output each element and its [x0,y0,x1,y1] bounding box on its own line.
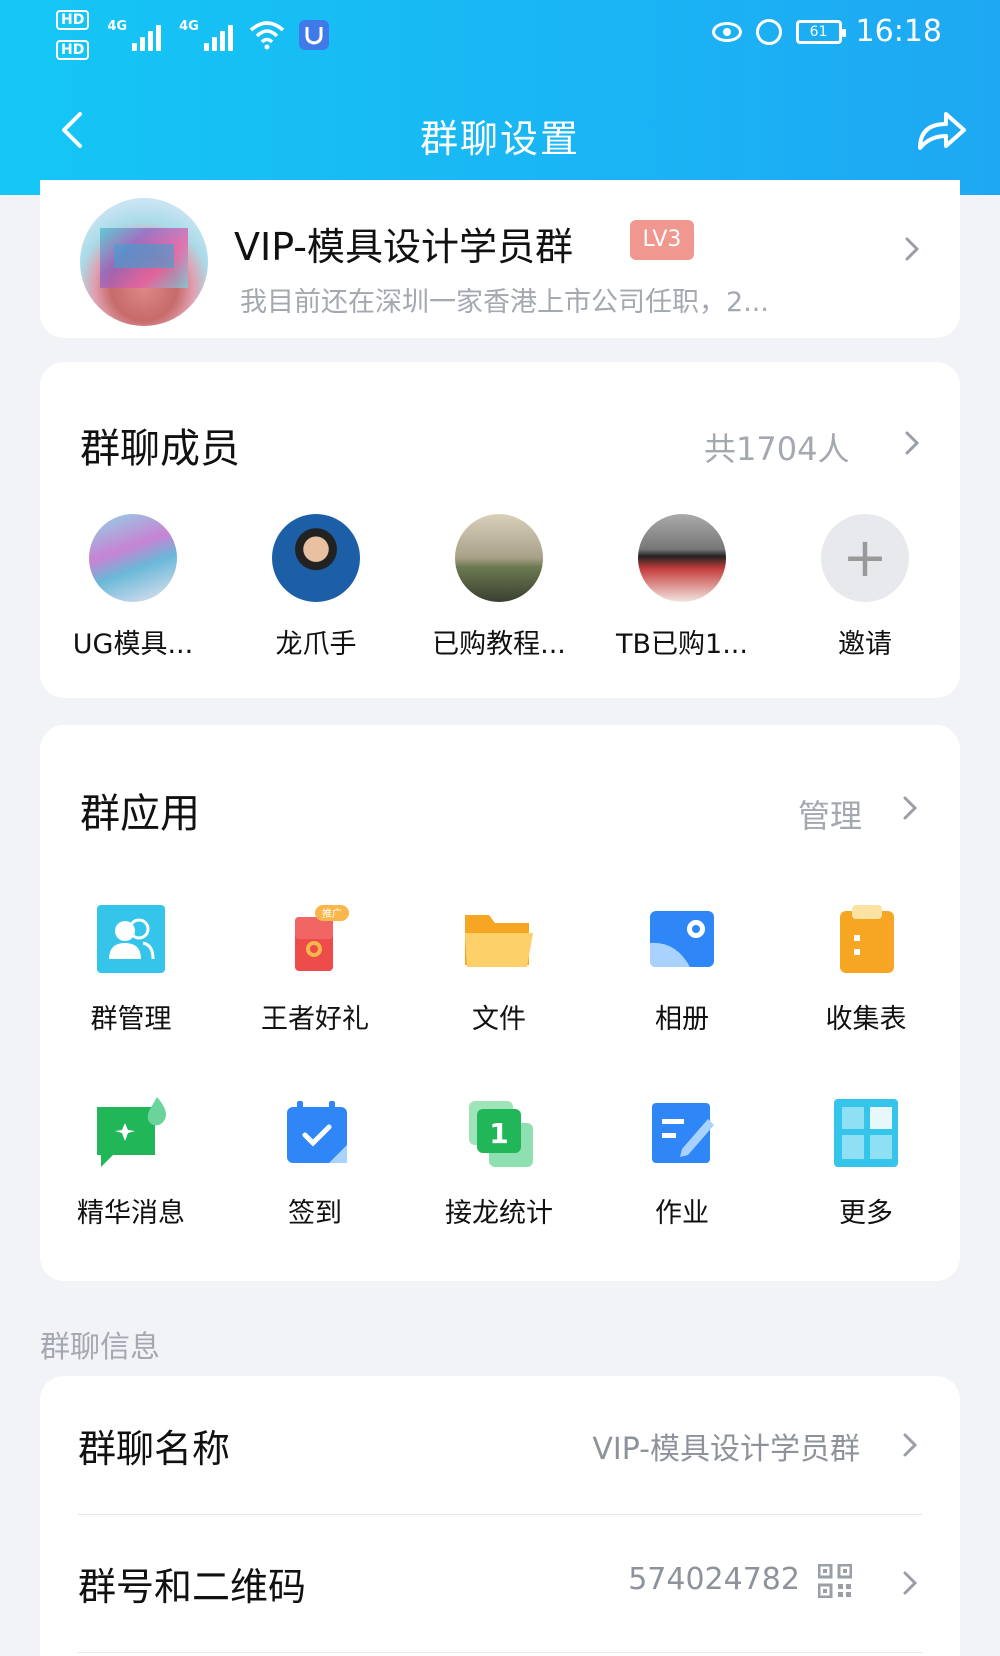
member-name: 已购教程... [432,629,566,660]
battery-icon: 61 [795,19,846,44]
svg-text:1: 1 [489,1117,508,1150]
net-type-1: 4G [107,19,128,34]
gift-icon: 推广 [279,903,351,975]
app-label: 相册 [655,1004,709,1035]
essence-message-icon [95,1097,167,1169]
group-manage-icon [95,903,167,975]
app-label: 收集表 [825,1004,907,1035]
row-value: VIP-模具设计学员群 [592,1432,860,1467]
chevron-right-icon [903,1433,918,1457]
member-name: TB已购1... [616,629,748,660]
folder-icon [463,903,535,975]
app-gift[interactable]: 推广 王者好礼 [240,903,390,1036]
invite-button[interactable]: + 邀请 [785,514,945,661]
member-name: UG模具... [72,629,194,660]
app-essence-message[interactable]: 精华消息 [56,1097,206,1230]
status-left: HD HD 4G 4G [56,10,329,60]
app-group-manage[interactable]: 群管理 [56,903,206,1036]
wifi-icon [249,21,284,50]
group-info-card: 群聊名称 VIP-模具设计学员群 群号和二维码 574024782 [40,1376,960,1656]
invite-label: 邀请 [838,629,892,660]
app-label: 更多 [839,1198,893,1229]
level-badge: LV3 [630,220,694,260]
eye-icon [711,21,742,42]
group-name-row[interactable]: 群聊名称 VIP-模具设计学员群 [40,1376,960,1515]
group-profile-card[interactable]: VIP-模具设计学员群 LV3 我目前还在深圳一家香港上市公司任职，2... [40,180,960,338]
promo-tag: 推广 [322,907,342,920]
clipboard-icon [830,903,902,975]
battery-level: 61 [809,23,828,40]
row-label: 群聊名称 [78,1427,231,1471]
group-avatar[interactable] [80,198,208,326]
qr-code-icon[interactable] [818,1564,852,1598]
group-description: 我目前还在深圳一家香港上市公司任职，2... [240,287,769,318]
app-album[interactable]: 相册 [607,903,757,1036]
signal-2-icon: 4G [179,19,233,51]
album-icon [646,903,718,975]
header: HD HD 4G 4G 61 16:18 群聊设置 [0,0,1000,195]
app-label: 精华消息 [77,1198,185,1229]
clock: 16:18 [855,14,942,49]
relay-stats-icon: 1 [463,1097,535,1169]
add-member-icon: + [821,514,909,602]
row-value: 574024782 [628,1562,800,1597]
app-label: 作业 [655,1198,709,1229]
avatar [272,514,360,602]
share-icon[interactable] [914,104,970,154]
app-relay-stats[interactable]: 1 接龙统计 [424,1097,574,1230]
homework-icon [646,1097,718,1169]
chevron-right-icon[interactable] [904,430,920,456]
members-card: 群聊成员 共1704人 UG模具... 龙爪手 已购教程... TB已购1...… [40,362,960,698]
member-count[interactable]: 共1704人 [704,424,849,470]
group-number-row[interactable]: 群号和二维码 574024782 [40,1514,960,1653]
app-label: 文件 [472,1004,526,1035]
group-apps-card: 群应用 管理 群管理 推广 王者好礼 文件 相册 收集表 精华消息 签到 1 接… [40,725,960,1281]
manage-link[interactable]: 管理 [798,791,862,837]
members-title: 群聊成员 [80,426,240,472]
chevron-right-icon [903,1571,918,1595]
more-grid-icon [830,1097,902,1169]
nav-bar: 群聊设置 [0,90,1000,180]
member-item[interactable]: TB已购1... [602,514,762,661]
member-item[interactable]: 龙爪手 [236,514,396,661]
section-label: 群聊信息 [40,1330,160,1365]
shield-app-icon [298,20,329,50]
app-collect-form[interactable]: 收集表 [791,903,941,1036]
chevron-right-icon [905,237,920,261]
app-homework[interactable]: 作业 [607,1097,757,1230]
page-title: 群聊设置 [419,117,580,161]
apps-title: 群应用 [80,791,200,837]
member-item[interactable]: 已购教程... [419,514,579,661]
chevron-right-icon[interactable] [902,795,918,821]
app-label: 签到 [288,1198,342,1229]
app-label: 接龙统计 [445,1198,553,1229]
member-item[interactable]: UG模具... [53,514,213,661]
app-label: 群管理 [90,1004,172,1035]
hd-badge-1: HD [56,10,90,30]
app-more[interactable]: 更多 [791,1097,941,1230]
status-bar: HD HD 4G 4G 61 16:18 [0,0,1000,70]
group-name: VIP-模具设计学员群 [234,225,573,269]
signal-1-icon: 4G [107,19,162,51]
avatar [638,514,726,602]
avatar [455,514,543,602]
net-type-2: 4G [179,19,199,34]
alarm-icon [755,18,782,45]
check-in-icon [279,1097,351,1169]
divider [78,1652,922,1653]
avatar [89,514,177,602]
member-name: 龙爪手 [275,629,357,660]
app-label: 王者好礼 [261,1004,369,1035]
row-label: 群号和二维码 [78,1565,307,1609]
status-right: 61 16:18 [711,14,942,49]
app-check-in[interactable]: 签到 [240,1097,390,1230]
hd-indicators: HD HD [56,10,90,60]
app-files[interactable]: 文件 [424,903,574,1036]
hd-badge-2: HD [56,40,90,60]
